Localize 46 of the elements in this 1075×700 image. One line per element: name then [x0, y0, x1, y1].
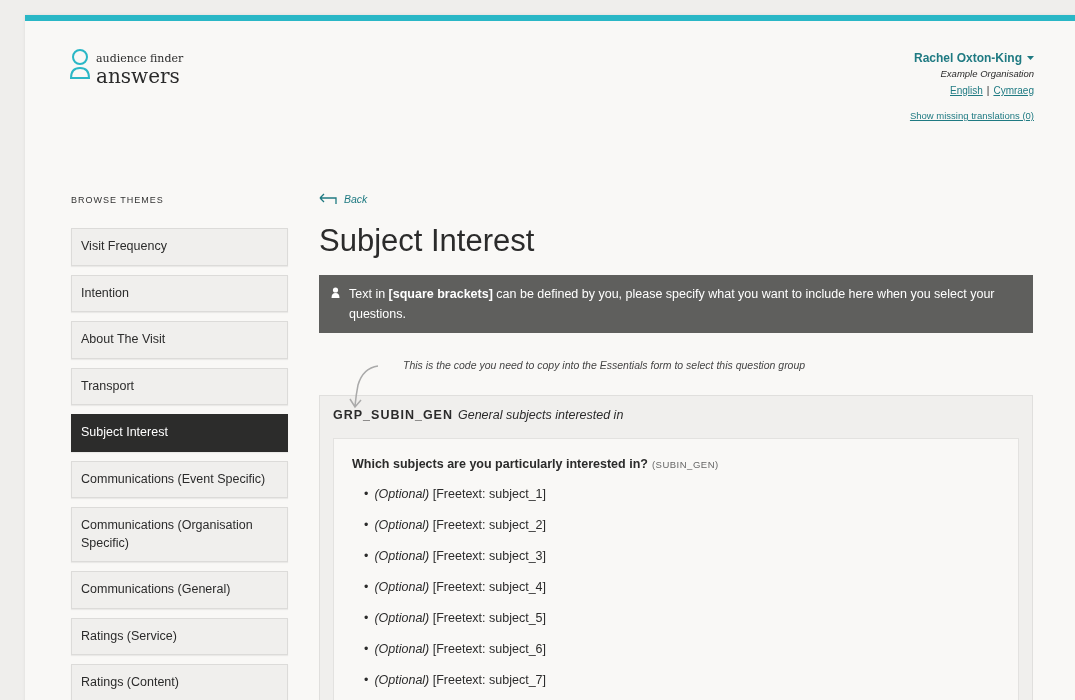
sidebar-item[interactable]: Visit Frequency	[71, 228, 288, 266]
language-link[interactable]: English	[950, 85, 983, 96]
question-code: (SUBIN_GEN)	[651, 459, 719, 470]
missing-translations-link[interactable]: Show missing translations (0)	[909, 110, 1034, 121]
bullet: •	[364, 579, 369, 596]
info-text: Text in [square brackets] can be defined by you, please specify what you want to include here when you select your questions.	[349, 287, 995, 321]
bullet: •	[364, 486, 369, 503]
organisation-name: Example Organisation	[940, 68, 1034, 79]
sidebar-item[interactable]: Communications (Organisation Specific)	[71, 507, 288, 562]
sidebar-heading: BROWSE THEMES	[71, 195, 165, 205]
question-text: Which subjects are you particularly interested in?	[352, 457, 648, 471]
answer-option: (Optional) [Freetext: subject_5]	[374, 609, 546, 628]
figure-icon	[331, 287, 340, 298]
bullet: •	[364, 641, 369, 658]
group-description: General subjects interested in	[458, 408, 624, 422]
bullet: •	[364, 610, 369, 627]
sidebar-item[interactable]: Transport	[71, 367, 288, 405]
bullet: •	[364, 548, 369, 565]
back-arrow-icon	[319, 193, 339, 205]
separator: |	[986, 85, 990, 96]
sidebar-item[interactable]: Ratings (Service)	[71, 617, 288, 655]
annotation-text: This is the code you need to copy into the Essentials form to select this question group	[403, 359, 806, 371]
caret-icon	[1027, 56, 1034, 60]
answer-option: (Optional) [Freetext: subject_6]	[374, 640, 546, 659]
back-link[interactable]: Back	[319, 193, 368, 205]
language-link[interactable]: Cymraeg	[993, 85, 1034, 96]
answer-option: (Optional) [Freetext: subject_2]	[374, 516, 546, 535]
sidebar-item[interactable]: Subject Interest	[71, 414, 288, 452]
sidebar-item[interactable]: Communications (Event Specific)	[71, 460, 288, 498]
logo-subtitle: audience finder	[96, 53, 184, 64]
person-icon	[70, 49, 90, 80]
sidebar-item[interactable]: Intention	[71, 274, 288, 312]
group-code: GRP_SUBIN_GEN	[333, 408, 453, 422]
answer-option: (Optional) [Freetext: subject_3]	[374, 547, 546, 566]
sidebar-item[interactable]: About The Visit	[71, 321, 288, 359]
curved-arrow	[349, 365, 379, 409]
sidebar-item[interactable]: Ratings (Content)	[71, 664, 288, 700]
answer-option: (Optional) [Freetext: subject_4]	[374, 578, 546, 597]
bullet: •	[364, 672, 369, 689]
page-title: Subject Interest	[319, 223, 536, 259]
answer-option: (Optional) [Freetext: subject_1]	[374, 485, 546, 504]
sidebar-item[interactable]: Communications (General)	[71, 571, 288, 609]
user-menu[interactable]: Rachel Oxton-King	[914, 51, 1034, 65]
logo-title: answers	[96, 66, 181, 86]
bullet: •	[364, 517, 369, 534]
answer-option: (Optional) [Freetext: subject_7]	[374, 671, 546, 690]
